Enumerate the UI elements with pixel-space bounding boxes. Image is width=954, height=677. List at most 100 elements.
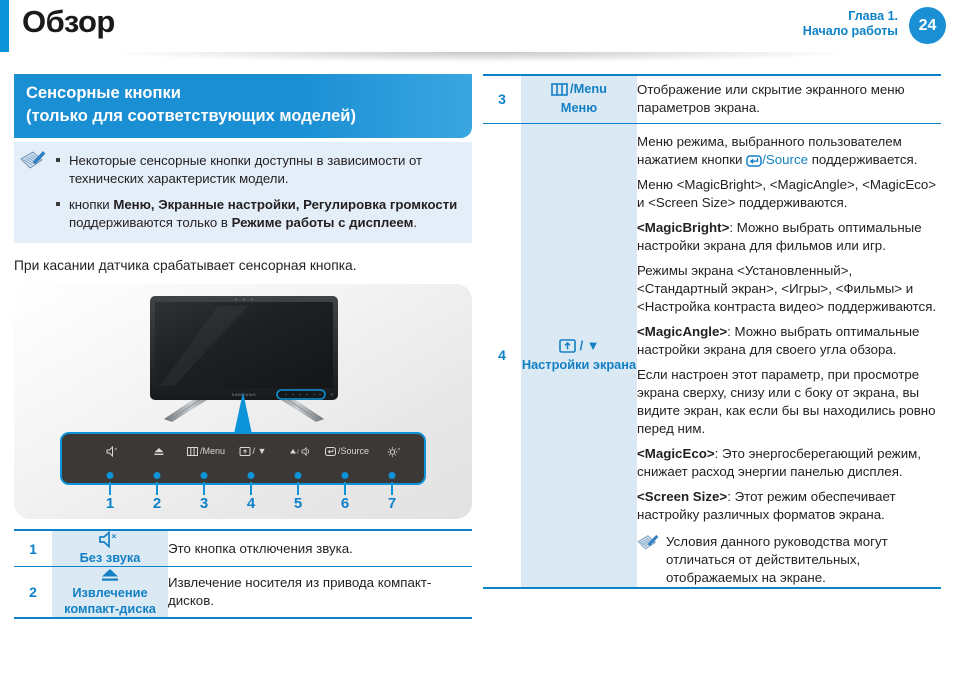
row-label-top: /Menu — [570, 81, 607, 96]
desc-text-post: поддерживается. — [808, 151, 918, 167]
callout-leader — [391, 482, 393, 495]
memo-text: Условия данного руководства могут отлича… — [666, 533, 888, 585]
header-shadow — [9, 52, 954, 66]
desc-paragraph: Если настроен этот параметр, при просмот… — [637, 366, 936, 436]
callout-dot — [294, 472, 302, 479]
callout-dot — [247, 472, 255, 479]
intro-paragraph: При касании датчика срабатывает сенсорна… — [14, 258, 357, 273]
memo-pencil-icon — [20, 151, 46, 169]
chapter-label: Глава 1. Начало работы — [803, 9, 898, 39]
callout-dot — [200, 472, 208, 479]
note-text: кнопки Меню, Экранные настройки, Регулир… — [69, 197, 458, 230]
memo-note: Условия данного руководства могут отлича… — [637, 533, 941, 587]
desc-term: <MagicBright> — [637, 219, 730, 235]
desc-term: <Screen Size> — [637, 488, 728, 504]
desc-paragraph: <MagicAngle>: Можно выбрать оптимальные … — [637, 323, 941, 359]
desc-paragraph: Меню режима, выбранного пользователем на… — [637, 133, 941, 169]
row-label-cell: / ▼ Настройки экрана — [521, 122, 637, 589]
row-label-bottom: Настройки экрана — [521, 356, 637, 372]
callout-leader — [109, 482, 111, 495]
eject-icon — [102, 569, 118, 581]
section-title-line-1: Сенсорные кнопки — [26, 84, 181, 102]
row-description: Меню режима, выбранного пользователем на… — [637, 122, 941, 589]
callout-number: 5 — [293, 495, 303, 512]
row-label: Извлечение компакт-диска — [64, 585, 156, 616]
row-description: Извлечение носителя из привода компакт-д… — [168, 566, 472, 619]
callout-number: 6 — [340, 495, 350, 512]
eject-icon — [153, 446, 165, 457]
brightness-off-icon: × — [387, 446, 401, 458]
row-number: 2 — [14, 566, 52, 619]
callout-number: 4 — [246, 495, 256, 512]
row-number: 1 — [14, 529, 52, 567]
callout-number: 3 — [199, 495, 209, 512]
source-icon: /Source — [324, 446, 370, 456]
row-number: 3 — [483, 74, 521, 123]
section-title: Сенсорные кнопки (только для соответству… — [14, 74, 472, 138]
callout-dot — [106, 472, 114, 479]
row-label-top: / ▼ — [579, 337, 600, 353]
mute-icon: × — [106, 446, 118, 457]
panel-label-source: /Source — [337, 446, 370, 456]
callout-number: 7 — [387, 495, 397, 512]
callout-dot — [388, 472, 396, 479]
source-label: /Source — [762, 151, 809, 167]
desc-paragraph: Режимы экрана <Установленный>, <Стандарт… — [637, 262, 937, 314]
button-table-right: 3 /Menu Меню Отображение или скрытие экр… — [483, 74, 941, 589]
note-text: Некоторые сенсорные кнопки доступны в за… — [69, 153, 423, 186]
table-row: 2 Извлечение компакт-диска Извлечение но… — [14, 566, 472, 619]
menu-icon — [551, 82, 568, 96]
note-box: Некоторые сенсорные кнопки доступны в за… — [14, 142, 472, 243]
table-row: 3 /Menu Меню Отображение или скрытие экр… — [483, 74, 941, 123]
menu-icon: /Menu — [186, 446, 226, 456]
callout-number: 2 — [152, 495, 162, 512]
desc-paragraph: <MagicEco>: Это энергосберегающий режим,… — [637, 445, 941, 481]
callout-arrow-icon — [234, 392, 252, 434]
callout-leader — [156, 482, 158, 495]
note-item: кнопки Меню, Экранные настройки, Регулир… — [56, 196, 460, 231]
row-label-cell: Извлечение компакт-диска — [52, 566, 168, 619]
desc-term: <MagicAngle> — [637, 323, 728, 339]
desc-paragraph: <MagicBright>: Можно выбрать оптимальные… — [637, 219, 941, 255]
header-accent-bar — [0, 0, 9, 52]
callout-leader — [250, 482, 252, 495]
desc-paragraph: <Screen Size>: Этот режим обеспечивает н… — [637, 488, 941, 524]
mute-icon: × — [99, 531, 117, 548]
note-item: Некоторые сенсорные кнопки доступны в за… — [56, 152, 460, 187]
row-label-cell: × Без звука — [52, 529, 168, 567]
callout-leader — [297, 482, 299, 495]
panel-icon-row: × /Menu / ▼ / /Source × — [62, 446, 428, 468]
row-description: Отображение или скрытие экранного меню п… — [637, 74, 941, 123]
panel-label-screen: / ▼ — [252, 446, 267, 456]
callout-dot — [153, 472, 161, 479]
page-number-badge: 24 — [909, 7, 946, 44]
callout-number: 1 — [105, 495, 115, 512]
table-row: 1 × Без звука Это кнопка отключения звук… — [14, 529, 472, 567]
source-icon — [746, 154, 762, 167]
right-column: 3 /Menu Меню Отображение или скрытие экр… — [483, 74, 941, 589]
table-row: 4 / ▼ Настройки экрана Меню режима, выбр… — [483, 122, 941, 589]
row-number: 4 — [483, 122, 521, 589]
row-label-cell: /Menu Меню — [521, 74, 637, 123]
chapter-line-2: Начало работы — [802, 24, 898, 38]
callout-leader — [344, 482, 346, 495]
screen-setup-icon: / ▼ — [239, 446, 267, 456]
page-header: Обзор Глава 1. Начало работы 24 — [0, 0, 954, 52]
svg-text:×: × — [114, 447, 117, 453]
button-table-left: 1 × Без звука Это кнопка отключения звук… — [14, 529, 472, 619]
panel-label-menu: /Menu — [199, 446, 226, 456]
chapter-line-1: Глава 1. — [848, 9, 898, 23]
section-title-line-2: (только для соответствующих моделей) — [26, 107, 356, 125]
bullet-icon — [56, 158, 60, 162]
memo-pencil-icon — [637, 534, 659, 549]
row-label-bottom: Меню — [560, 99, 598, 115]
svg-text:×: × — [397, 447, 400, 453]
row-label: Без звука — [79, 550, 141, 565]
left-column: Сенсорные кнопки (только для соответству… — [14, 74, 472, 619]
svg-text:/: / — [297, 450, 299, 456]
bullet-icon — [56, 202, 60, 206]
row-description: Это кнопка отключения звука. — [168, 529, 472, 567]
screen-setup-icon — [558, 338, 576, 353]
page-title: Обзор — [22, 4, 115, 39]
touch-button-panel: × /Menu / ▼ / /Source × — [60, 432, 426, 485]
